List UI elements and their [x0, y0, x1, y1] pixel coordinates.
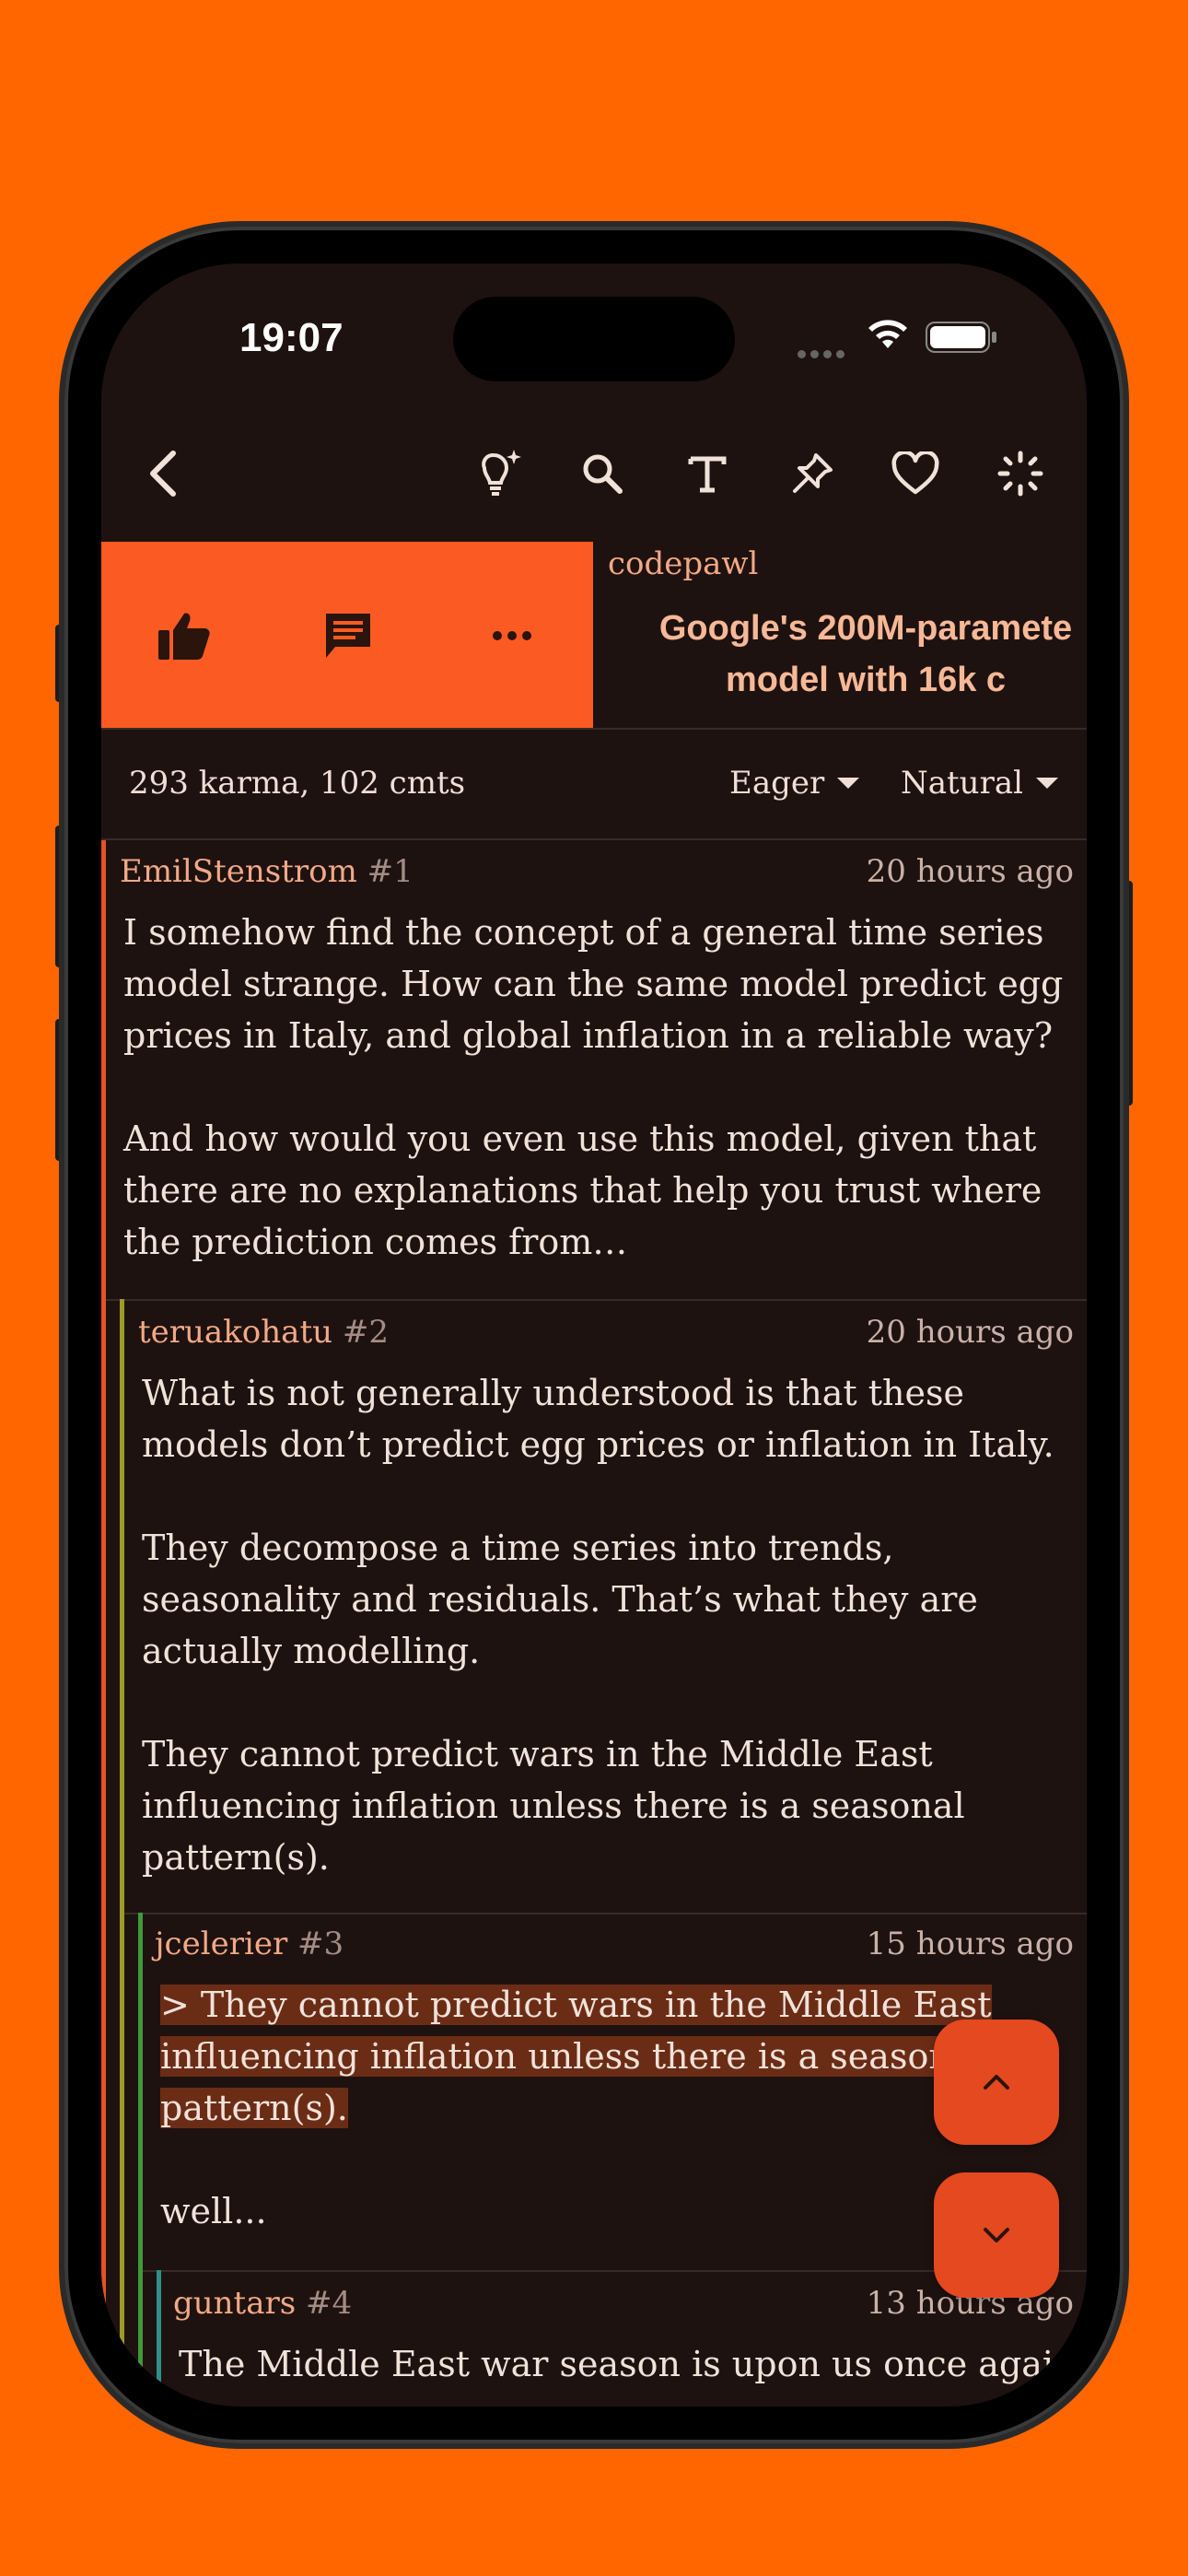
quote-line: > They cannot predict wars in the Middle… [160, 1985, 992, 2025]
power-button [1124, 881, 1133, 1106]
caret-down-icon [837, 778, 860, 789]
post-title-line-1: Google's 200M-paramete [658, 609, 1073, 648]
comment-body: I somehow find the concept of a general … [123, 912, 1064, 1262]
more-icon[interactable] [483, 606, 542, 665]
post-meta-row: 293 karma, 102 cmts Eager Natural [101, 730, 1087, 840]
thread-depth-bar [138, 1913, 143, 2270]
thread-depth-bar [138, 2270, 143, 2406]
screen: 19:07 codepawl Google's 200M-paramete mo… [101, 263, 1087, 2406]
status-bar: 19:07 [101, 263, 1087, 411]
dynamic-island [453, 297, 735, 381]
comment-1[interactable]: EmilStenstrom #1 20 hours ago I somehow … [101, 840, 1087, 1299]
scroll-up-button[interactable] [934, 2020, 1059, 2145]
comment-body: The Middle East war season is upon us on… [179, 2344, 1077, 2384]
karma-comment-count: 293 karma, 102 cmts [129, 765, 466, 802]
heart-icon[interactable] [886, 444, 945, 503]
thread-depth-bar [157, 2270, 161, 2406]
comment-author[interactable]: guntars #4 [173, 2285, 352, 2322]
chevron-up-icon [984, 2075, 1009, 2090]
post-title[interactable]: Google's 200M-paramete model with 16k c [626, 603, 1087, 706]
caret-down-icon [1035, 778, 1058, 789]
comment-icon[interactable] [319, 606, 378, 665]
scroll-down-button[interactable] [934, 2172, 1059, 2298]
search-icon[interactable] [573, 444, 632, 503]
idea-bulb-icon[interactable] [470, 444, 529, 503]
thread-depth-bar [120, 1299, 124, 1913]
load-mode-dropdown[interactable]: Eager [729, 765, 860, 802]
load-mode-label: Eager [729, 765, 825, 802]
comment-2[interactable]: teruakohatu #2 20 hours ago What is not … [101, 1299, 1087, 1913]
comment-time: 20 hours ago [866, 853, 1074, 890]
thread-depth-bar [101, 840, 106, 1299]
post-title-line-2: model with 16k c [725, 661, 1007, 699]
wifi-icon [868, 320, 907, 348]
volume-down-button [55, 1019, 64, 1161]
thread-depth-bar [120, 2270, 124, 2406]
comment-4[interactable]: guntars #4 13 hours ago The Middle East … [101, 2270, 1087, 2406]
post-header[interactable]: codepawl Google's 200M-paramete model wi… [101, 542, 1087, 730]
back-chevron-icon[interactable] [134, 444, 193, 503]
sort-mode-label: Natural [901, 765, 1023, 802]
quote-line: influencing inflation unless there is a … [160, 2036, 984, 2077]
text-size-icon[interactable] [678, 444, 737, 503]
cellular-signal-icon [798, 345, 849, 362]
comment-author[interactable]: EmilStenstrom #1 [120, 853, 413, 890]
comment-quote: > They cannot predict wars in the Middle… [160, 1979, 992, 2134]
battery-icon [926, 322, 996, 353]
loading-spinner-icon[interactable] [991, 444, 1050, 503]
comment-time: 20 hours ago [866, 1314, 1074, 1351]
comment-body: well... [160, 2191, 267, 2231]
quote-line: pattern(s). [160, 2088, 348, 2128]
thread-depth-bar [101, 1913, 106, 2270]
action-button [55, 625, 64, 702]
chevron-down-icon [984, 2228, 1009, 2242]
thread-depth-bar [101, 2270, 106, 2406]
comment-body: What is not generally understood is that… [142, 1373, 1054, 1878]
comment-author[interactable]: teruakohatu #2 [138, 1314, 389, 1351]
top-navigation-bar [101, 411, 1087, 540]
comment-author[interactable]: jcelerier #3 [155, 1926, 344, 1962]
post-author[interactable]: codepawl [608, 545, 758, 582]
volume-up-button [55, 825, 64, 967]
pin-icon[interactable] [783, 444, 842, 503]
swipe-action-strip [101, 542, 593, 728]
comment-time: 15 hours ago [866, 1926, 1074, 1962]
thumbs-up-icon[interactable] [155, 606, 214, 665]
status-time: 19:07 [239, 315, 344, 360]
thread-depth-bar [120, 1913, 124, 2270]
thread-depth-bar [101, 1299, 106, 1913]
sort-mode-dropdown[interactable]: Natural [901, 765, 1058, 802]
